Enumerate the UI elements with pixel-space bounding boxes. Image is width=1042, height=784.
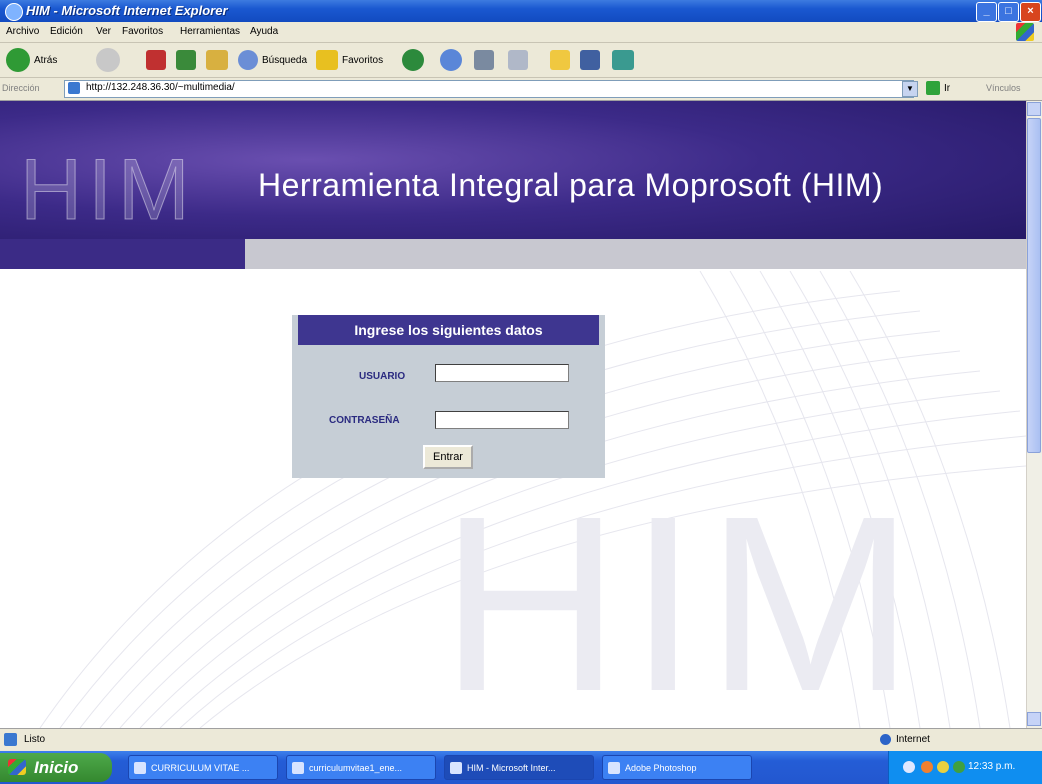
form-header: Ingrese los siguientes datos (298, 315, 599, 345)
taskbar-item-active[interactable]: HIM - Microsoft Inter... (444, 755, 594, 780)
taskbar-item-label: Adobe Photoshop (625, 763, 697, 773)
banner-logo: HIM (20, 142, 196, 239)
banner: HIM Herramienta Integral para Moprosoft … (0, 101, 1026, 248)
watermark-logo: HIM (440, 464, 923, 729)
menu-archivo[interactable]: Archivo (6, 26, 39, 37)
chevron-down-icon[interactable]: ▼ (902, 81, 918, 97)
stop-icon[interactable] (146, 50, 166, 70)
toolbar: Atrás Búsqueda Favoritos (0, 43, 1042, 78)
tray-app-icon[interactable] (921, 761, 933, 773)
mail-icon[interactable] (440, 49, 462, 71)
favorites-icon[interactable] (316, 50, 338, 70)
menu-herramientas[interactable]: Herramientas (180, 26, 240, 37)
user-label: USUARIO (359, 371, 406, 382)
go-icon[interactable] (926, 81, 940, 95)
photoshop-icon (608, 762, 620, 774)
word-icon (134, 762, 146, 774)
search-icon[interactable] (238, 50, 258, 70)
go-button[interactable]: Ir (944, 83, 950, 94)
close-button[interactable]: × (1020, 2, 1041, 22)
word-icon (292, 762, 304, 774)
login-form: Ingrese los siguientes datos USUARIO CON… (292, 315, 605, 478)
tray-app-icon[interactable] (953, 761, 965, 773)
edit-icon[interactable] (508, 50, 528, 70)
page-icon (68, 82, 80, 94)
taskbar-item-label: HIM - Microsoft Inter... (467, 763, 556, 773)
password-label: CONTRASEÑA (329, 415, 400, 426)
menu-edicion[interactable]: Edición (50, 26, 83, 37)
ie-icon (450, 762, 462, 774)
tray-app-icon[interactable] (937, 761, 949, 773)
taskbar: Inicio CURRICULUM VITAE ... curriculumvi… (0, 751, 1042, 784)
menu-bar: Archivo Edición Ver Favoritos Herramient… (0, 22, 1042, 43)
taskbar-item-label: CURRICULUM VITAE ... (151, 763, 250, 773)
favorites-label[interactable]: Favoritos (342, 55, 383, 66)
banner-stripe-accent (0, 239, 245, 269)
home-icon[interactable] (206, 50, 228, 70)
title-bar: HIM - Microsoft Internet Explorer _ □ × (0, 0, 1042, 22)
windows-flag-icon (8, 759, 26, 775)
links-label[interactable]: Vínculos (986, 83, 1021, 93)
address-bar: Dirección http://132.248.36.30/~multimed… (0, 78, 1042, 101)
address-url[interactable]: http://132.248.36.30/~multimedia/ (86, 82, 235, 93)
globe-icon (880, 734, 891, 745)
windows-logo-icon (1016, 23, 1034, 41)
clock[interactable]: 12:33 p.m. (968, 761, 1015, 772)
menu-ayuda[interactable]: Ayuda (250, 26, 278, 37)
forward-icon[interactable] (96, 48, 120, 72)
page-status-icon (4, 733, 17, 746)
print-icon[interactable] (474, 50, 494, 70)
password-input[interactable] (435, 411, 569, 429)
history-icon[interactable] (402, 49, 424, 71)
user-input[interactable] (435, 364, 569, 382)
zone-text: Internet (896, 734, 930, 745)
submit-button[interactable]: Entrar (423, 445, 473, 469)
minimize-button[interactable]: _ (976, 2, 997, 22)
window-title: HIM - Microsoft Internet Explorer (26, 3, 228, 18)
menu-ver[interactable]: Ver (96, 26, 111, 37)
maximize-button[interactable]: □ (998, 2, 1019, 22)
folder-icon[interactable] (550, 50, 570, 70)
scroll-thumb[interactable] (1027, 118, 1041, 453)
menu-favoritos[interactable]: Favoritos (122, 26, 163, 37)
tray-network-icon[interactable] (903, 761, 915, 773)
taskbar-item-label: curriculumvitae1_ene... (309, 763, 403, 773)
back-label[interactable]: Atrás (34, 55, 57, 66)
back-icon[interactable] (6, 48, 30, 72)
ie-icon (5, 3, 23, 21)
messenger-icon[interactable] (612, 50, 634, 70)
status-bar: Listo Internet (0, 728, 1042, 751)
research-icon[interactable] (580, 50, 600, 70)
scroll-up-icon[interactable] (1027, 102, 1041, 116)
scroll-down-icon[interactable] (1027, 712, 1041, 726)
status-text: Listo (24, 734, 46, 745)
page-content: HIM Herramienta Integral para Moprosoft … (0, 101, 1026, 728)
system-tray (888, 751, 1042, 784)
taskbar-item[interactable]: curriculumvitae1_ene... (286, 755, 436, 780)
search-label[interactable]: Búsqueda (262, 55, 307, 66)
taskbar-item[interactable]: CURRICULUM VITAE ... (128, 755, 278, 780)
address-label: Dirección (2, 83, 40, 93)
refresh-icon[interactable] (176, 50, 196, 70)
banner-title: Herramienta Integral para Moprosoft (HIM… (258, 167, 884, 203)
taskbar-item[interactable]: Adobe Photoshop (602, 755, 752, 780)
